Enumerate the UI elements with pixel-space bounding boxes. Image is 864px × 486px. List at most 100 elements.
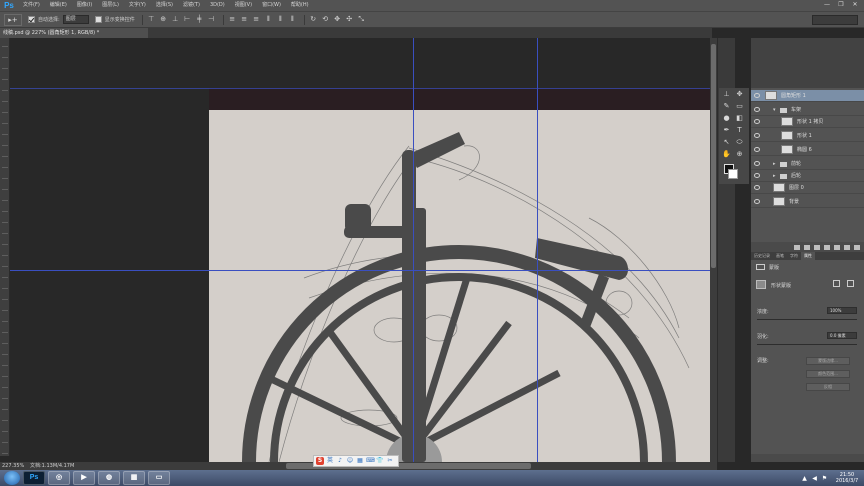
minimize-button[interactable]: —: [820, 0, 834, 10]
group-expand-icon[interactable]: ▸: [773, 170, 776, 182]
photoshop-task-icon[interactable]: Ps: [23, 471, 45, 485]
auto-select-checkbox[interactable]: [28, 16, 35, 23]
density-field[interactable]: 100%: [827, 307, 857, 314]
3d-drag-icon[interactable]: ✥: [333, 15, 342, 24]
volume-icon[interactable]: ◀: [811, 475, 818, 482]
path-select-tool-icon[interactable]: ↖: [722, 138, 731, 147]
clock[interactable]: 21:50 2016/3/7: [834, 472, 860, 484]
browser-task-icon[interactable]: ◎: [48, 471, 70, 485]
invert-button[interactable]: 反相: [806, 383, 850, 391]
guide-vertical[interactable]: [413, 38, 414, 462]
link-layers-icon[interactable]: [794, 244, 800, 250]
density-slider[interactable]: [757, 319, 857, 320]
guide-horizontal[interactable]: [10, 270, 710, 271]
feather-field[interactable]: 0.0 像素: [827, 332, 857, 339]
visibility-eye-icon[interactable]: [754, 199, 760, 204]
layer-row[interactable]: ▸ 后轮: [751, 170, 864, 182]
layer-row[interactable]: 背景: [751, 196, 864, 208]
dodge-tool-icon[interactable]: ●: [722, 114, 731, 123]
media-task-icon[interactable]: ▶: [73, 471, 95, 485]
layer-row[interactable]: 形状 1: [751, 130, 864, 142]
ime-toolbox-icon[interactable]: ▦: [356, 457, 364, 465]
stamp-tool-icon[interactable]: ⊥: [722, 90, 731, 99]
adjustment-layer-icon[interactable]: [824, 244, 830, 250]
menu-item-10[interactable]: 帮助(H): [286, 0, 314, 11]
menu-item-4[interactable]: 文字(Y): [124, 0, 151, 11]
visibility-eye-icon[interactable]: [754, 107, 760, 112]
restore-button[interactable]: ❐: [834, 0, 848, 10]
sogou-logo-icon[interactable]: S: [316, 457, 324, 465]
show-transform-checkbox[interactable]: [94, 16, 102, 23]
menu-item-2[interactable]: 图像(I): [72, 0, 97, 11]
group-expand-icon[interactable]: ▸: [773, 158, 776, 170]
zoom-level[interactable]: 227.35%: [0, 462, 30, 470]
layer-row[interactable]: 椭圆 6: [751, 144, 864, 156]
feather-slider[interactable]: [757, 344, 857, 345]
select-mask-icon[interactable]: [833, 280, 840, 287]
align-bottom-icon[interactable]: ⊥: [171, 15, 180, 24]
new-layer-icon[interactable]: [844, 244, 850, 250]
3d-roll-icon[interactable]: ⟲: [321, 15, 330, 24]
workspace-dropdown[interactable]: [812, 15, 858, 25]
menu-item-7[interactable]: 3D(D): [205, 0, 230, 11]
menu-item-1[interactable]: 编辑(E): [45, 0, 72, 11]
visibility-eye-icon[interactable]: [754, 119, 760, 124]
tab-history[interactable]: 历史记录: [751, 252, 773, 260]
add-mask-icon[interactable]: [814, 244, 820, 250]
tab-properties[interactable]: 属性: [801, 252, 815, 260]
visibility-eye-icon[interactable]: [754, 173, 760, 178]
zoom-tool-icon[interactable]: ⊕: [735, 150, 744, 159]
distribute-right-icon[interactable]: ⦀: [288, 15, 297, 24]
ime-tools-icon[interactable]: ✂: [386, 457, 394, 465]
menu-item-5[interactable]: 选择(S): [151, 0, 178, 11]
menu-item-0[interactable]: 文件(F): [18, 0, 45, 11]
layer-row[interactable]: 形状 1 拷贝: [751, 116, 864, 128]
menu-item-8[interactable]: 视图(V): [230, 0, 257, 11]
flag-icon[interactable]: ⚑: [821, 475, 828, 482]
move-tool-preset-button[interactable]: ▸+: [4, 13, 22, 26]
vertical-scrollbar[interactable]: [710, 38, 717, 462]
vector-mask-icon[interactable]: [847, 280, 854, 287]
new-group-icon[interactable]: [834, 244, 840, 250]
auto-select-dropdown[interactable]: 图层: [62, 15, 89, 24]
distribute-bottom-icon[interactable]: ≡: [252, 15, 261, 24]
visibility-eye-icon[interactable]: [754, 161, 760, 166]
trash-icon[interactable]: [854, 244, 860, 250]
align-hcenter-icon[interactable]: ╪: [195, 15, 204, 24]
distribute-vcenter-icon[interactable]: ≡: [240, 15, 249, 24]
3d-rotate-icon[interactable]: ↻: [309, 15, 318, 24]
vertical-scroll-thumb[interactable]: [711, 44, 716, 268]
app-task-icon[interactable]: ◍: [98, 471, 120, 485]
marquee-tool-icon[interactable]: ▭: [735, 102, 744, 111]
canvas-area[interactable]: [10, 38, 710, 462]
visibility-eye-icon[interactable]: [754, 93, 760, 98]
ime-punctuation-icon[interactable]: ♪: [336, 457, 344, 465]
move-tool-icon[interactable]: ✥: [735, 90, 744, 99]
guide-horizontal[interactable]: [10, 88, 710, 89]
menu-item-3[interactable]: 图层(L): [97, 0, 124, 11]
ime-keyboard-icon[interactable]: ⌨: [366, 457, 375, 465]
3d-slide-icon[interactable]: ✣: [345, 15, 354, 24]
ime-skin-icon[interactable]: 👕: [376, 457, 384, 465]
sketch-photo[interactable]: [209, 88, 710, 462]
group-expand-icon[interactable]: ▾: [773, 104, 776, 116]
distribute-hcenter-icon[interactable]: ⦀: [276, 15, 285, 24]
type-tool-icon[interactable]: T: [735, 126, 744, 135]
distribute-left-icon[interactable]: ⦀: [264, 15, 273, 24]
visibility-eye-icon[interactable]: [754, 185, 760, 190]
layer-row[interactable]: ▸ 前轮: [751, 158, 864, 170]
ime-emoji-icon[interactable]: ☺: [346, 457, 354, 465]
color-range-button[interactable]: 颜色范围...: [806, 370, 850, 378]
guide-vertical[interactable]: [537, 38, 538, 462]
menu-item-6[interactable]: 滤镜(T): [178, 0, 205, 11]
align-right-icon[interactable]: ⊣: [207, 15, 216, 24]
close-button[interactable]: ✕: [848, 0, 862, 10]
folder-task-icon[interactable]: ▦: [123, 471, 145, 485]
mask-edge-button[interactable]: 蒙版边缘...: [806, 357, 850, 365]
visibility-eye-icon[interactable]: [754, 133, 760, 138]
eraser-tool-icon[interactable]: ◧: [735, 114, 744, 123]
hand-tool-icon[interactable]: ✋: [722, 150, 731, 159]
align-top-icon[interactable]: ⊤: [147, 15, 156, 24]
layer-row[interactable]: ▾ 车架: [751, 104, 864, 116]
visibility-eye-icon[interactable]: [754, 147, 760, 152]
